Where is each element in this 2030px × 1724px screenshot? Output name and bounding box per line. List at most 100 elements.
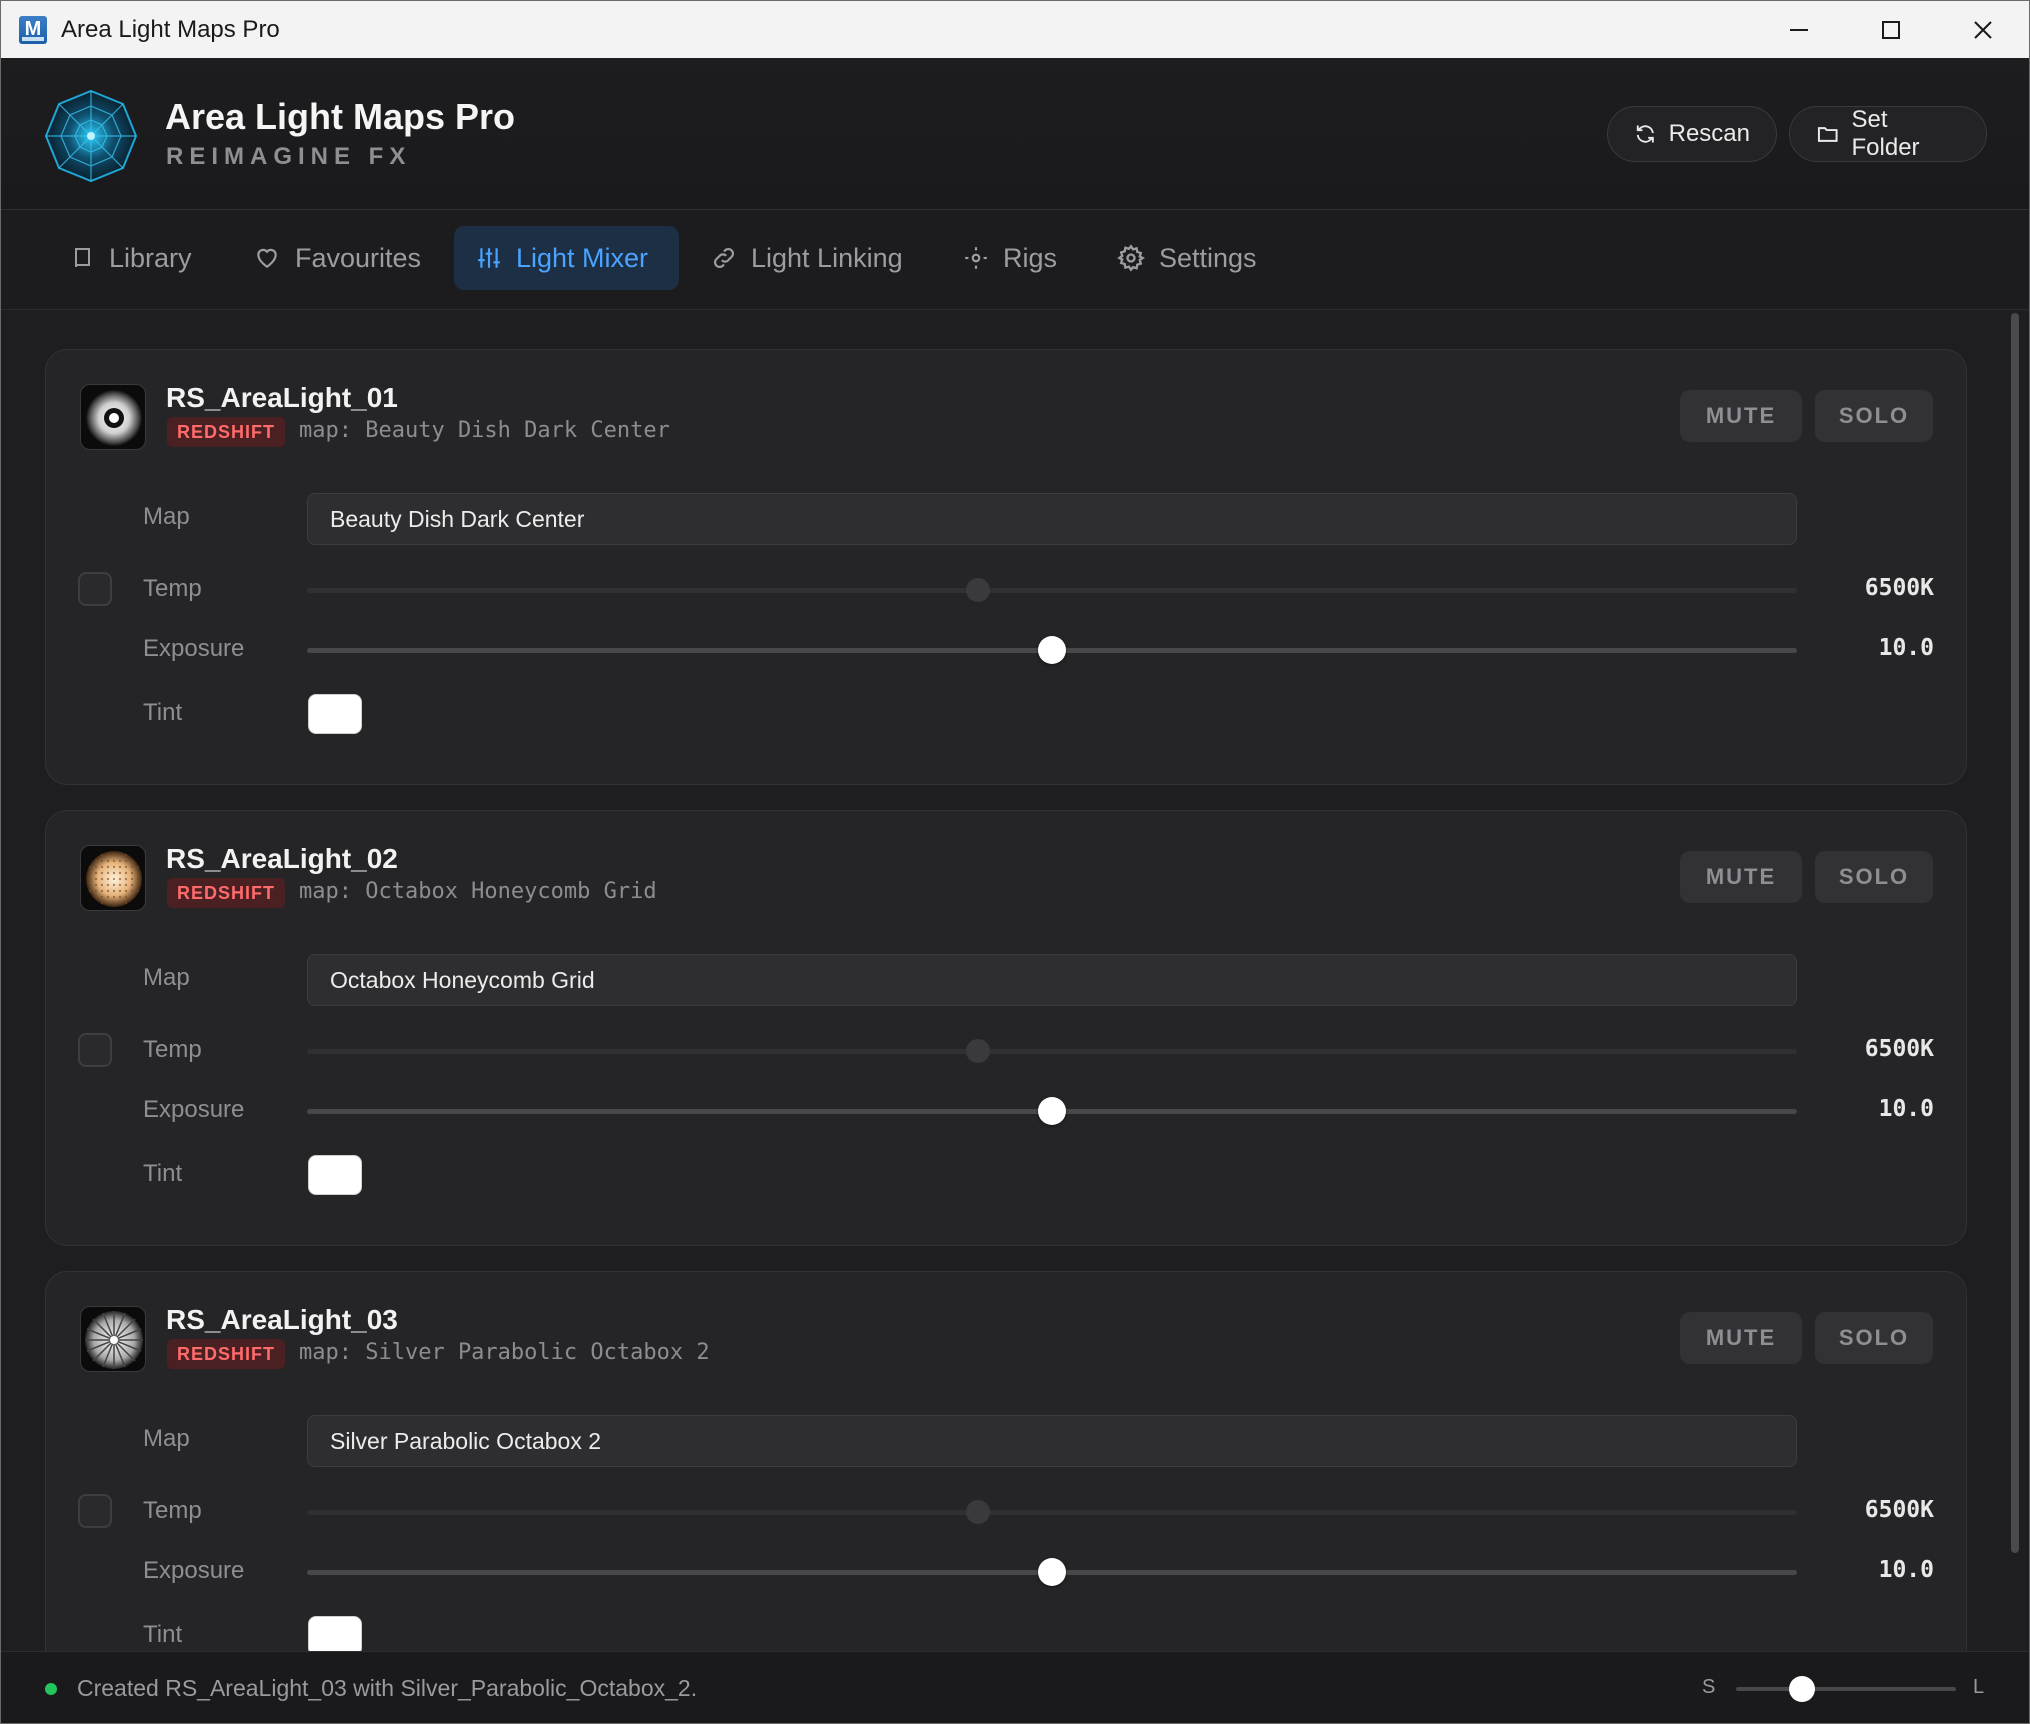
book-icon bbox=[75, 248, 90, 267]
window-controls bbox=[1753, 1, 2029, 58]
tab-label: Settings bbox=[1159, 242, 1257, 273]
temp-label: Temp bbox=[143, 1036, 202, 1063]
map-field[interactable] bbox=[307, 493, 1797, 545]
mute-button[interactable]: MUTE bbox=[1680, 851, 1802, 903]
exposure-slider-knob[interactable] bbox=[1038, 636, 1066, 664]
tint-label: Tint bbox=[143, 1621, 183, 1648]
temp-enable-checkbox[interactable] bbox=[78, 1494, 112, 1528]
light-card: RS_AreaLight_03 REDSHIFT map: Silver Par… bbox=[45, 1271, 1967, 1651]
light-map-thumbnail[interactable] bbox=[80, 384, 146, 450]
map-label: Map bbox=[143, 964, 190, 991]
app-window: M Area Light Maps Pro Area Light Maps Pr… bbox=[0, 0, 2030, 1724]
app-subtitle: REIMAGINE FX bbox=[166, 143, 412, 170]
temp-value: 6500K bbox=[1864, 575, 1934, 601]
mute-button[interactable]: MUTE bbox=[1680, 390, 1802, 442]
tab-label: Light Mixer bbox=[516, 242, 649, 273]
exposure-label: Exposure bbox=[143, 1096, 245, 1123]
scrollbar[interactable] bbox=[2011, 313, 2019, 1553]
sun-icon bbox=[965, 247, 987, 269]
tab-light-mixer[interactable]: Light Mixer bbox=[454, 226, 679, 290]
map-field[interactable] bbox=[307, 1415, 1797, 1467]
sliders-icon bbox=[478, 248, 500, 268]
exposure-slider-knob[interactable] bbox=[1038, 1097, 1066, 1125]
exposure-label: Exposure bbox=[143, 635, 245, 662]
minimize-button[interactable] bbox=[1753, 1, 1845, 58]
close-button[interactable] bbox=[1937, 1, 2029, 58]
logo-icon bbox=[44, 89, 138, 183]
app-header: Area Light Maps Pro REIMAGINE FX Rescan … bbox=[1, 58, 2029, 210]
maximize-icon bbox=[1882, 20, 1900, 39]
tab-settings[interactable]: Settings bbox=[1095, 226, 1279, 290]
thumbnail-size-knob[interactable] bbox=[1789, 1676, 1815, 1702]
close-icon bbox=[1974, 20, 1992, 39]
map-label: Map bbox=[143, 1425, 190, 1452]
solo-button[interactable]: SOLO bbox=[1815, 1312, 1933, 1364]
temp-label: Temp bbox=[143, 1497, 202, 1524]
set-folder-button[interactable]: Set Folder bbox=[1789, 106, 1987, 162]
temp-slider[interactable] bbox=[307, 578, 1797, 602]
map-field[interactable] bbox=[307, 954, 1797, 1006]
exposure-slider[interactable] bbox=[307, 1558, 1797, 1586]
thumbnail-size-slider[interactable] bbox=[1736, 1676, 1956, 1702]
size-small-label: S bbox=[1702, 1676, 1716, 1698]
size-large-label: L bbox=[1973, 1676, 1985, 1698]
exposure-value: 10.0 bbox=[1878, 635, 1934, 661]
temp-slider-knob[interactable] bbox=[965, 578, 990, 602]
light-card: RS_AreaLight_01 REDSHIFT map: Beauty Dis… bbox=[45, 349, 1967, 785]
exposure-value: 10.0 bbox=[1878, 1096, 1934, 1122]
map-subtitle: map: Octabox Honeycomb Grid bbox=[299, 879, 657, 904]
light-card: RS_AreaLight_02 REDSHIFT map: Octabox Ho… bbox=[45, 810, 1967, 1246]
status-message: Created RS_AreaLight_03 with Silver_Para… bbox=[77, 1675, 698, 1701]
exposure-slider[interactable] bbox=[307, 636, 1797, 664]
tab-label: Rigs bbox=[1003, 242, 1058, 273]
tab-label: Favourites bbox=[295, 242, 422, 273]
tab-library[interactable]: Library bbox=[49, 226, 214, 290]
light-name: RS_AreaLight_02 bbox=[166, 843, 398, 874]
tab-light-linking[interactable]: Light Linking bbox=[689, 226, 925, 290]
temp-slider[interactable] bbox=[307, 1039, 1797, 1063]
map-subtitle: map: Silver Parabolic Octabox 2 bbox=[299, 1340, 710, 1365]
exposure-slider-knob[interactable] bbox=[1038, 1558, 1066, 1586]
link-icon bbox=[714, 248, 734, 268]
tint-label: Tint bbox=[143, 1160, 183, 1187]
temp-value: 6500K bbox=[1864, 1497, 1934, 1523]
tab-rigs[interactable]: Rigs bbox=[941, 226, 1079, 290]
light-map-thumbnail[interactable] bbox=[80, 845, 146, 911]
tint-label: Tint bbox=[143, 699, 183, 726]
exposure-value: 10.0 bbox=[1878, 1557, 1934, 1583]
tab-bar: Library Favourites Light Mixer Light Lin… bbox=[1, 210, 2029, 310]
solo-button[interactable]: SOLO bbox=[1815, 851, 1933, 903]
renderer-badge: REDSHIFT bbox=[167, 878, 285, 908]
minimize-icon bbox=[1790, 28, 1808, 31]
tab-favourites[interactable]: Favourites bbox=[231, 226, 443, 290]
light-mixer-panel: RS_AreaLight_01 REDSHIFT map: Beauty Dis… bbox=[1, 311, 2029, 1651]
tint-color-swatch[interactable] bbox=[308, 694, 362, 734]
temp-slider-knob[interactable] bbox=[965, 1039, 990, 1063]
maximize-button[interactable] bbox=[1845, 1, 1937, 58]
rescan-button[interactable]: Rescan bbox=[1607, 106, 1777, 162]
solo-button[interactable]: SOLO bbox=[1815, 390, 1933, 442]
temp-slider-knob[interactable] bbox=[965, 1500, 990, 1524]
mute-button[interactable]: MUTE bbox=[1680, 1312, 1802, 1364]
tint-color-swatch[interactable] bbox=[308, 1155, 362, 1195]
exposure-slider[interactable] bbox=[307, 1097, 1797, 1125]
temp-enable-checkbox[interactable] bbox=[78, 1033, 112, 1067]
temp-label: Temp bbox=[143, 575, 202, 602]
app-title: Area Light Maps Pro bbox=[165, 96, 516, 137]
tint-color-swatch[interactable] bbox=[308, 1616, 362, 1651]
set-folder-label: Set Folder bbox=[1851, 106, 1920, 161]
light-name: RS_AreaLight_01 bbox=[166, 382, 398, 413]
folder-icon bbox=[1817, 127, 1838, 142]
title-bar: M Area Light Maps Pro bbox=[1, 1, 2029, 58]
status-indicator bbox=[45, 1682, 57, 1695]
refresh-icon bbox=[1636, 125, 1654, 143]
temp-enable-checkbox[interactable] bbox=[78, 572, 112, 606]
gear-icon bbox=[1117, 244, 1145, 272]
map-subtitle: map: Beauty Dish Dark Center bbox=[299, 418, 670, 443]
heart-icon bbox=[257, 248, 277, 268]
temp-slider[interactable] bbox=[307, 1500, 1797, 1524]
rescan-label: Rescan bbox=[1668, 120, 1750, 147]
tab-label: Light Linking bbox=[751, 242, 903, 273]
light-map-thumbnail[interactable] bbox=[80, 1306, 146, 1372]
app-icon: M bbox=[19, 15, 47, 44]
